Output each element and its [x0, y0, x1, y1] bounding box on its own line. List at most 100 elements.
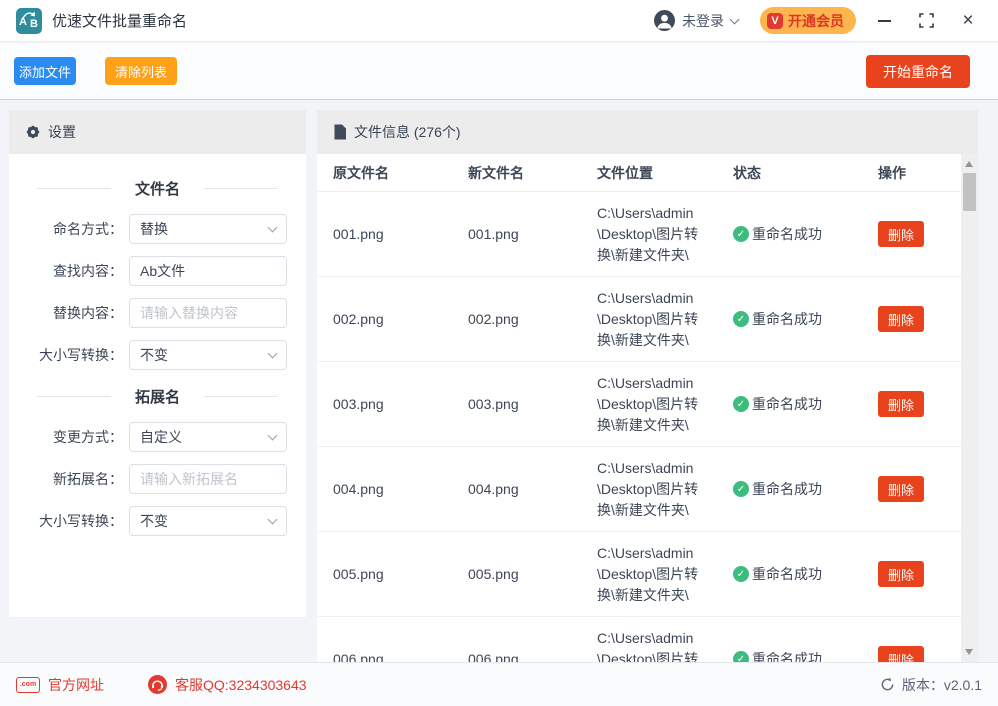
status-label: 重命名成功	[752, 309, 822, 329]
form-field: 替换内容：	[9, 292, 306, 334]
table-row: 005.png 005.png C:\Users\admin\Desktop\图…	[317, 532, 961, 617]
new-filename-cell: 004.png	[452, 481, 581, 497]
success-check-icon: ✓	[733, 396, 749, 412]
titlebar: A B 优速文件批量重命名 未登录 V 开通会员	[0, 0, 998, 42]
delete-button[interactable]: 删除	[878, 391, 924, 417]
divider	[204, 396, 278, 397]
settings-panel: 设置 文件名 命名方式： 替换 查找内容： 替换内容： 大小写转换： 不变 拓展…	[9, 110, 306, 617]
file-location-cell: C:\Users\admin\Desktop\图片转换\新建文件夹\	[581, 628, 717, 663]
maximize-icon	[919, 13, 934, 28]
scroll-down-icon[interactable]	[965, 649, 973, 655]
rename-arrow-icon	[19, 9, 39, 21]
section-title: 拓展名	[9, 376, 306, 416]
text-input[interactable]	[129, 256, 287, 286]
form-field: 命名方式： 替换	[9, 208, 306, 250]
column-header: 原文件名	[317, 163, 452, 183]
text-input[interactable]	[129, 298, 287, 328]
delete-button[interactable]: 删除	[878, 306, 924, 332]
success-check-icon: ✓	[733, 566, 749, 582]
settings-form: 文件名 命名方式： 替换 查找内容： 替换内容： 大小写转换： 不变 拓展名 变…	[9, 154, 306, 542]
scroll-up-icon[interactable]	[965, 161, 973, 167]
refresh-icon[interactable]	[880, 677, 895, 692]
success-check-icon: ✓	[733, 481, 749, 497]
action-cell: 删除	[862, 561, 961, 587]
file-panel-header: 文件信息 (276个)	[317, 110, 978, 154]
new-filename-cell: 003.png	[452, 396, 581, 412]
file-location-cell: C:\Users\admin\Desktop\图片转换\新建文件夹\	[581, 203, 717, 266]
gear-icon	[25, 124, 41, 140]
delete-button[interactable]: 删除	[878, 646, 924, 662]
table-scrollbar[interactable]	[961, 154, 978, 662]
select-value: 不变	[140, 511, 168, 531]
section-title-label: 拓展名	[121, 386, 194, 407]
official-website-label: 官方网址	[48, 675, 104, 695]
status-cell: ✓ 重命名成功	[717, 309, 862, 329]
minimize-icon	[878, 20, 891, 22]
form-field: 大小写转换： 不变	[9, 500, 306, 542]
status-label: 重命名成功	[752, 394, 822, 414]
vip-label: 开通会员	[788, 11, 844, 31]
divider	[37, 188, 111, 189]
status-label: 重命名成功	[752, 224, 822, 244]
table-row: 002.png 002.png C:\Users\admin\Desktop\图…	[317, 277, 961, 362]
login-menu[interactable]: 未登录	[654, 10, 738, 31]
scrollbar-thumb[interactable]	[963, 173, 976, 211]
app-title: 优速文件批量重命名	[52, 10, 187, 31]
customer-service-icon	[148, 675, 167, 694]
divider	[204, 188, 278, 189]
start-rename-button[interactable]: 开始重命名	[866, 55, 970, 88]
section-title: 文件名	[9, 168, 306, 208]
chevron-down-icon	[268, 431, 278, 441]
success-check-icon: ✓	[733, 311, 749, 327]
status-cell: ✓ 重命名成功	[717, 564, 862, 584]
success-check-icon: ✓	[733, 226, 749, 242]
status-cell: ✓ 重命名成功	[717, 394, 862, 414]
login-label: 未登录	[682, 11, 724, 31]
clear-list-button[interactable]: 清除列表	[105, 57, 177, 85]
footer: .com 官方网址 客服QQ:3234303643 版本：v2.0.1	[0, 662, 998, 706]
delete-button[interactable]: 删除	[878, 476, 924, 502]
status-label: 重命名成功	[752, 649, 822, 662]
status-cell: ✓ 重命名成功	[717, 649, 862, 662]
text-input[interactable]	[129, 464, 287, 494]
select-control[interactable]: 替换	[129, 214, 287, 244]
app-logo-icon: A B	[16, 8, 42, 34]
new-filename-cell: 001.png	[452, 226, 581, 242]
field-label: 替换内容：	[9, 303, 123, 323]
action-cell: 删除	[862, 476, 961, 502]
vip-button[interactable]: V 开通会员	[760, 7, 856, 34]
official-website-link[interactable]: .com 官方网址	[16, 675, 104, 695]
select-control[interactable]: 自定义	[129, 422, 287, 452]
select-value: 自定义	[140, 427, 182, 447]
document-icon	[333, 124, 347, 140]
divider	[37, 396, 111, 397]
status-cell: ✓ 重命名成功	[717, 479, 862, 499]
delete-button[interactable]: 删除	[878, 221, 924, 247]
settings-panel-header: 设置	[9, 110, 306, 154]
original-filename-cell: 005.png	[317, 566, 452, 582]
field-label: 变更方式：	[9, 427, 123, 447]
vip-badge-icon: V	[767, 13, 783, 29]
select-control[interactable]: 不变	[129, 340, 287, 370]
maximize-button[interactable]	[912, 7, 940, 35]
form-field: 新拓展名：	[9, 458, 306, 500]
select-value: 替换	[140, 219, 168, 239]
new-filename-cell: 005.png	[452, 566, 581, 582]
dotcom-icon: .com	[16, 677, 40, 693]
add-files-button[interactable]: 添加文件	[14, 57, 76, 85]
chevron-down-icon	[268, 223, 278, 233]
close-button[interactable]: ×	[954, 7, 982, 35]
original-filename-cell: 004.png	[317, 481, 452, 497]
select-control[interactable]: 不变	[129, 506, 287, 536]
table-row: 001.png 001.png C:\Users\admin\Desktop\图…	[317, 192, 961, 277]
support-qq-link[interactable]: 客服QQ:3234303643	[148, 675, 307, 695]
user-avatar-icon	[654, 10, 675, 31]
table-row: 003.png 003.png C:\Users\admin\Desktop\图…	[317, 362, 961, 447]
status-cell: ✓ 重命名成功	[717, 224, 862, 244]
delete-button[interactable]: 删除	[878, 561, 924, 587]
file-table-header: 原文件名新文件名文件位置状态操作	[317, 154, 961, 192]
settings-header-label: 设置	[48, 122, 76, 142]
section-title-label: 文件名	[121, 178, 194, 199]
status-label: 重命名成功	[752, 479, 822, 499]
minimize-button[interactable]	[870, 7, 898, 35]
